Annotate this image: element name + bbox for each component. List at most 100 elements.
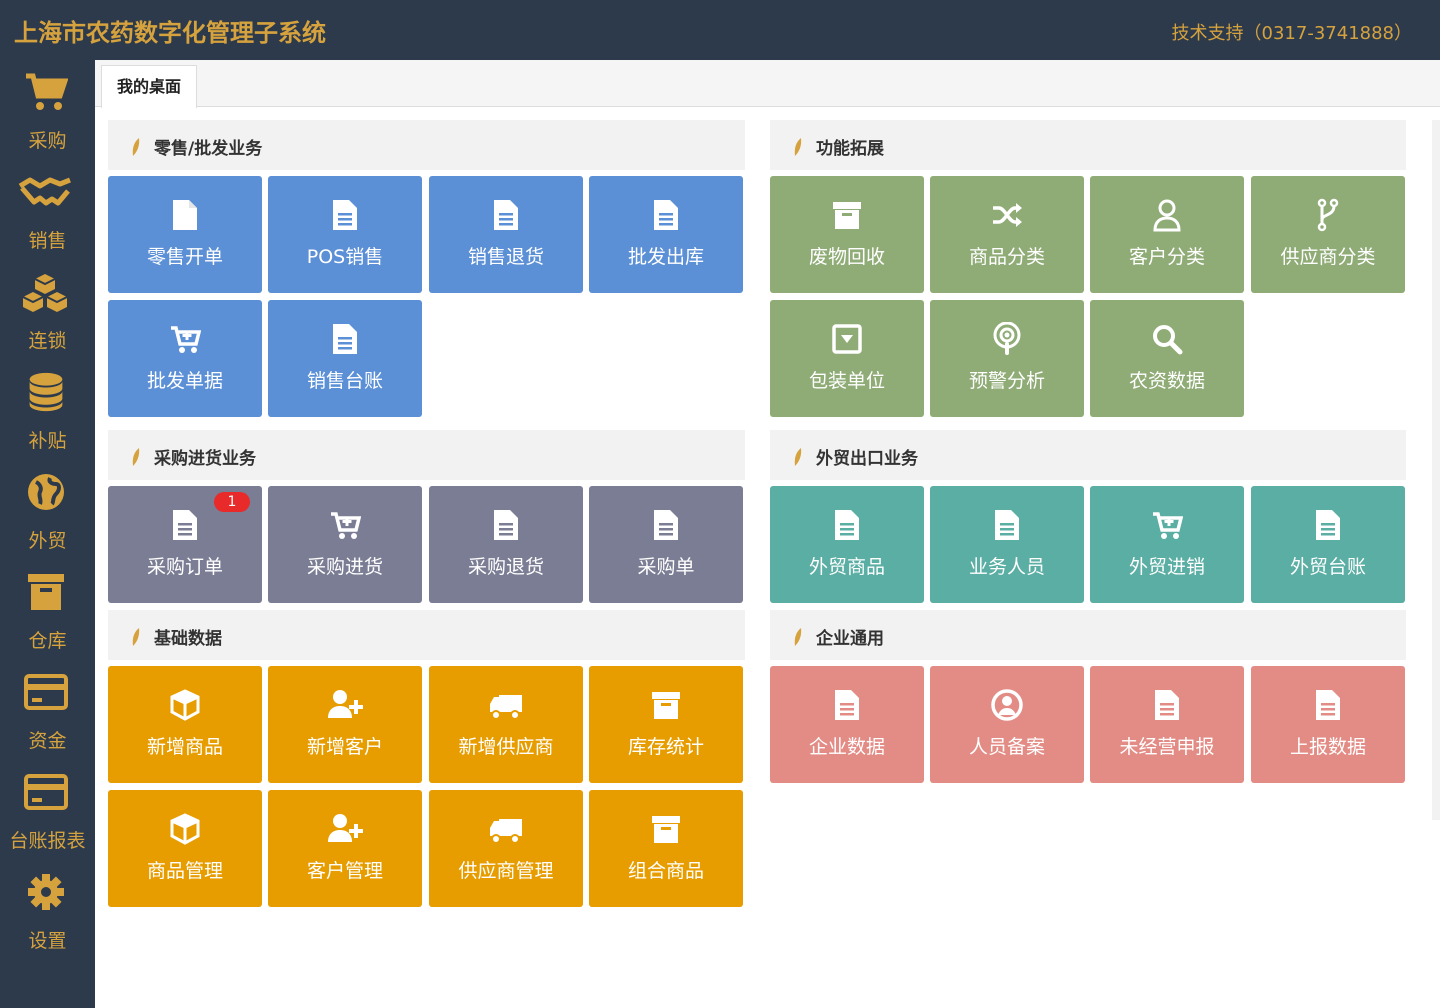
tile-label: 包装单位 (808, 370, 885, 392)
tile-label: 客户管理 (306, 860, 383, 882)
tile-add-customer[interactable]: 新增客户 (268, 666, 422, 783)
globe-icon (28, 474, 64, 510)
user-plus-icon (328, 814, 363, 842)
document-icon (835, 690, 859, 720)
tile-label: 批发单据 (146, 370, 223, 392)
tile-customer-management[interactable]: 客户管理 (268, 790, 422, 907)
leaf-icon (794, 628, 802, 646)
tile-label: 采购订单 (146, 556, 223, 578)
tile-customer-category[interactable]: 客户分类 (1090, 176, 1244, 293)
search-icon (1153, 325, 1183, 355)
sidebar-item-settings[interactable]: 设置 (0, 860, 95, 960)
sidebar-item-chain[interactable]: 连锁 (0, 260, 95, 360)
sidebar-item-label: 资金 (28, 730, 67, 752)
document-icon (173, 200, 197, 230)
sidebar-item-label: 外贸 (28, 530, 67, 552)
user-icon (1153, 199, 1181, 232)
sidebar-item-label: 设置 (28, 930, 67, 952)
tile-trade-products[interactable]: 外贸商品 (770, 486, 924, 603)
database-icon (29, 372, 63, 412)
sidebar-item-label: 台账报表 (9, 830, 86, 852)
tile-trade-in-out[interactable]: 外贸进销 (1090, 486, 1244, 603)
scrollbar[interactable] (1432, 120, 1440, 820)
leaf-icon (132, 138, 140, 156)
tile-label: 新增商品 (146, 736, 223, 758)
notification-badge: 1 (214, 492, 250, 512)
tile-label: 库存统计 (627, 736, 704, 758)
tile-staff-registration[interactable]: 人员备案 (930, 666, 1084, 783)
tile-warning-analysis[interactable]: 预警分析 (930, 300, 1084, 417)
tile-label: 预警分析 (968, 370, 1045, 392)
tile-enterprise-data[interactable]: 企业数据 (770, 666, 924, 783)
tile-wholesale-documents[interactable]: 批发单据 (108, 300, 262, 417)
tile-product-category[interactable]: 商品分类 (930, 176, 1084, 293)
credit-card-icon (24, 674, 68, 710)
tile-label: 上报数据 (1289, 736, 1366, 758)
tile-label: 商品管理 (146, 860, 223, 882)
sidebar-item-funds[interactable]: 资金 (0, 660, 95, 760)
tile-submit-data[interactable]: 上报数据 (1251, 666, 1405, 783)
tab-my-desktop[interactable]: 我的桌面 (101, 65, 197, 108)
tile-supplier-category[interactable]: 供应商分类 (1251, 176, 1405, 293)
document-icon (333, 200, 357, 230)
section-header-enterprise: 企业通用 (770, 610, 1406, 660)
tile-non-operation-report[interactable]: 未经营申报 (1090, 666, 1244, 783)
user-plus-icon (328, 690, 363, 718)
document-icon (995, 510, 1019, 540)
sidebar-item-label: 仓库 (28, 630, 67, 652)
podcast-icon (993, 322, 1021, 355)
cart-plus-icon (1153, 512, 1183, 539)
tile-sales-return[interactable]: 销售退货 (429, 176, 583, 293)
tile-agri-data[interactable]: 农资数据 (1090, 300, 1244, 417)
sidebar-item-subsidy[interactable]: 补贴 (0, 360, 95, 460)
section-header-retail: 零售/批发业务 (108, 120, 745, 170)
document-icon (173, 510, 197, 540)
tile-sales-ledger[interactable]: 销售台账 (268, 300, 422, 417)
tile-retail-order[interactable]: 零售开单 (108, 176, 262, 293)
sidebar-item-sales[interactable]: 销售 (0, 160, 95, 260)
tile-product-management[interactable]: 商品管理 (108, 790, 262, 907)
document-icon (494, 200, 518, 230)
tile-pos-sales[interactable]: POS销售 (268, 176, 422, 293)
tile-wholesale-outbound[interactable]: 批发出库 (589, 176, 743, 293)
shuffle-icon (993, 203, 1022, 227)
section-title: 采购进货业务 (154, 449, 256, 469)
tile-inventory-stats[interactable]: 库存统计 (589, 666, 743, 783)
tile-supplier-management[interactable]: 供应商管理 (429, 790, 583, 907)
sidebar-item-ledger-reports[interactable]: 台账报表 (0, 760, 95, 860)
cart-plus-icon (331, 512, 361, 539)
app-title: 上海市农药数字化管理子系统 (14, 19, 326, 47)
tile-trade-ledger[interactable]: 外贸台账 (1251, 486, 1405, 603)
top-bar: 上海市农药数字化管理子系统 技术支持（0317-3741888） (0, 0, 1440, 60)
archive-icon (28, 574, 64, 610)
tile-purchase-order[interactable]: 1 采购订单 (108, 486, 262, 603)
tile-packaging-unit[interactable]: 包装单位 (770, 300, 924, 417)
sidebar-item-foreign-trade[interactable]: 外贸 (0, 460, 95, 560)
truck-icon (490, 819, 522, 844)
tile-label: 外贸台账 (1289, 556, 1366, 578)
tab-bar: 我的桌面 (95, 60, 1440, 108)
leaf-icon (794, 138, 802, 156)
tile-label: 未经营申报 (1119, 736, 1215, 758)
tile-combo-products[interactable]: 组合商品 (589, 790, 743, 907)
tile-purchase-return[interactable]: 采购退货 (429, 486, 583, 603)
tile-label: 批发出库 (627, 246, 704, 268)
tile-add-product[interactable]: 新增商品 (108, 666, 262, 783)
sidebar-item-purchase[interactable]: 采购 (0, 60, 95, 160)
sidebar-item-label: 采购 (28, 130, 67, 152)
tile-purchase-receiving[interactable]: 采购进货 (268, 486, 422, 603)
leaf-icon (132, 448, 140, 466)
section-title: 零售/批发业务 (154, 139, 263, 159)
document-icon (1316, 510, 1340, 540)
tile-label: 采购退货 (467, 556, 544, 578)
tile-label: 业务人员 (968, 556, 1045, 578)
archive-icon (652, 816, 680, 843)
tile-add-supplier[interactable]: 新增供应商 (429, 666, 583, 783)
sidebar-item-warehouse[interactable]: 仓库 (0, 560, 95, 660)
tile-waste-recycling[interactable]: 废物回收 (770, 176, 924, 293)
tile-label: 供应商管理 (458, 860, 554, 882)
tile-sales-staff[interactable]: 业务人员 (930, 486, 1084, 603)
handshake-icon (18, 177, 71, 206)
sidebar-item-label: 销售 (28, 230, 67, 252)
tile-purchase-list[interactable]: 采购单 (589, 486, 743, 603)
